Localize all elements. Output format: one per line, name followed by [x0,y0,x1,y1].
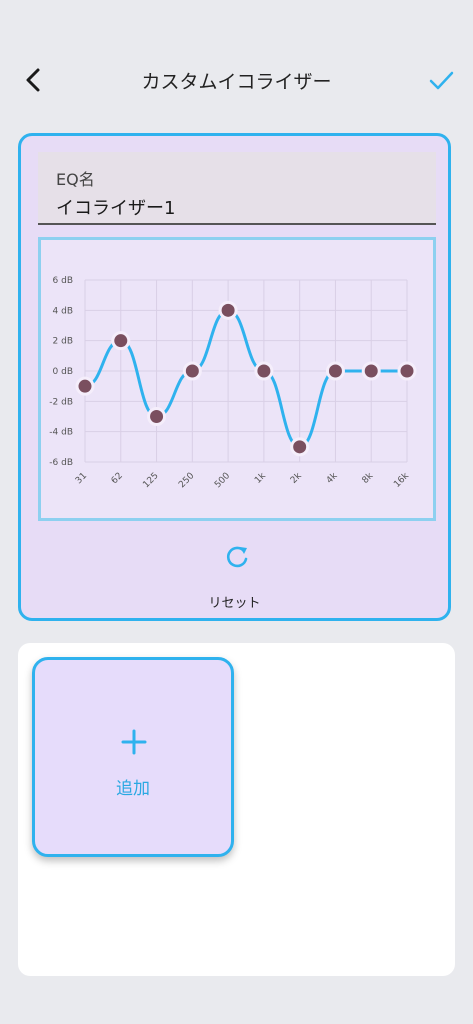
x-tick-label: 1k [253,471,268,486]
eq-name-label: EQ名 [56,170,95,189]
reset-label: リセット [208,596,261,611]
eq-band-handle[interactable] [254,361,274,381]
x-tick-label: 500 [213,471,232,490]
confirm-button[interactable] [425,64,457,96]
eq-chart-svg[interactable]: 6 dB 4 dB 2 dB 0 dB -2 dB -4 dB -6 dB31 62 125 25… [41,240,433,518]
check-icon [429,71,454,90]
y-tick-label: 2 dB [53,337,73,347]
x-tick-label: 62 [110,471,125,486]
eq-band-handle[interactable] [111,331,131,351]
x-tick-label: 2k [289,471,304,486]
x-tick-label: 16k [392,470,411,489]
x-tick-label: 125 [141,471,160,490]
eq-band-handle[interactable] [147,407,167,426]
eq-name-value[interactable]: イコライザー1 [56,194,175,220]
x-tick-label: 250 [177,471,196,490]
header: カスタムイコライザー [0,50,473,110]
x-tick-label: 8k [361,471,376,486]
x-tick-label: 4k [325,471,340,486]
y-tick-label: 4 dB [53,306,73,316]
x-tick-label: 31 [74,471,89,486]
reset-button[interactable] [222,542,252,572]
eq-band-handle[interactable] [290,437,310,457]
y-tick-label: -2 dB [49,397,73,407]
eq-chart[interactable]: 6 dB 4 dB 2 dB 0 dB -2 dB -4 dB -6 dB 31 62 125 25… [38,237,436,521]
presets-panel: 追加 [18,643,455,976]
eq-curve [83,308,409,449]
eq-band-handle[interactable] [397,361,417,381]
eq-band-handle[interactable] [325,361,345,381]
refresh-icon [226,546,248,568]
y-tick-label: 6 dB [53,276,73,286]
eq-band-handle[interactable] [75,376,95,396]
eq-band-handle[interactable] [218,300,238,320]
plus-icon [121,729,147,755]
equalizer-card: EQ名 イコライザー1 6 dB 4 dB 2 dB 0 dB -2 dB -4 dB -6… [18,133,451,621]
y-tick-label: -4 dB [49,428,73,438]
add-preset-label: 追加 [116,779,150,799]
y-tick-label: -6 dB [49,458,73,468]
eq-band-handle[interactable] [361,361,381,381]
page-title: カスタムイコライザー [141,71,332,93]
eq-name-field[interactable]: EQ名 イコライザー1 [38,152,436,225]
eq-band-handle[interactable] [182,361,202,381]
y-tick-label: 0 dB [53,367,73,377]
add-preset-button[interactable]: 追加 [32,657,234,857]
